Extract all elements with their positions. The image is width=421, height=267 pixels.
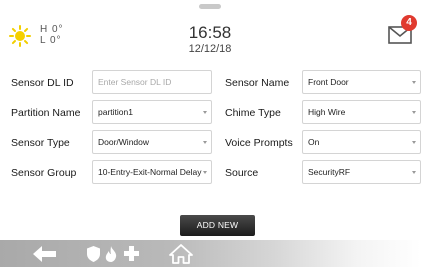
source-select[interactable]: SecurityRF	[302, 160, 421, 184]
sensor-dl-id-input[interactable]: Enter Sensor DL ID	[92, 70, 212, 94]
clock-time: 16:58	[188, 23, 232, 42]
sensor-group-label: Sensor Group	[11, 167, 77, 179]
form-row: Sensor Type Door/Window Voice Prompts On	[0, 130, 421, 156]
back-arrow-icon[interactable]	[30, 240, 60, 267]
partition-name-value: partition1	[98, 107, 133, 117]
medical-cross-icon[interactable]	[122, 240, 140, 267]
clock: 16:58 12/12/18	[150, 23, 270, 56]
sensor-name-value: Front Door	[308, 77, 349, 87]
voice-prompts-label: Voice Prompts	[225, 137, 293, 149]
chevron-down-icon	[203, 141, 207, 144]
status-header: H 0° L 0° 16:58 12/12/18 4	[0, 0, 421, 62]
chime-type-label: Chime Type	[225, 107, 281, 119]
sensor-type-label: Sensor Type	[11, 137, 70, 149]
source-value: SecurityRF	[308, 167, 351, 177]
chevron-down-icon	[412, 141, 416, 144]
chevron-down-icon	[412, 171, 416, 174]
sensor-group-value: 10-Entry-Exit-Normal Delay	[98, 167, 202, 177]
temperature-readout: H 0° L 0°	[40, 24, 64, 46]
clock-date: 12/12/18	[188, 43, 232, 55]
temperature-high: H 0°	[40, 24, 64, 35]
chime-type-select[interactable]: High Wire	[302, 100, 421, 124]
form-row: Sensor DL ID Enter Sensor DL ID Sensor N…	[0, 70, 421, 96]
shield-icon[interactable]	[85, 240, 101, 267]
sensor-type-value: Door/Window	[98, 137, 150, 147]
voice-prompts-select[interactable]: On	[302, 130, 421, 154]
chevron-down-icon	[203, 171, 207, 174]
chime-type-value: High Wire	[308, 107, 346, 117]
chevron-down-icon	[412, 81, 416, 84]
form-row: Sensor Group 10-Entry-Exit-Normal Delay …	[0, 160, 421, 186]
message-count-badge[interactable]: 4	[401, 15, 417, 31]
fire-icon[interactable]	[103, 240, 119, 267]
voice-prompts-value: On	[308, 137, 320, 147]
sensor-group-select[interactable]: 10-Entry-Exit-Normal Delay	[92, 160, 212, 184]
chevron-down-icon	[203, 111, 207, 114]
sensor-name-select[interactable]: Front Door	[302, 70, 421, 94]
partition-name-label: Partition Name	[11, 107, 81, 119]
sensor-name-label: Sensor Name	[225, 77, 290, 89]
sun-icon[interactable]	[9, 25, 31, 47]
source-label: Source	[225, 167, 259, 179]
home-icon[interactable]	[168, 240, 194, 267]
sensor-dl-id-label: Sensor DL ID	[11, 77, 74, 89]
sensor-type-select[interactable]: Door/Window	[92, 130, 212, 154]
pull-down-handle[interactable]	[199, 4, 221, 9]
bottom-navigation-bar	[0, 240, 421, 267]
partition-name-select[interactable]: partition1	[92, 100, 212, 124]
add-new-button[interactable]: ADD NEW	[180, 215, 255, 236]
temperature-low: L 0°	[40, 35, 62, 46]
chevron-down-icon	[412, 111, 416, 114]
form-row: Partition Name partition1 Chime Type Hig…	[0, 100, 421, 126]
